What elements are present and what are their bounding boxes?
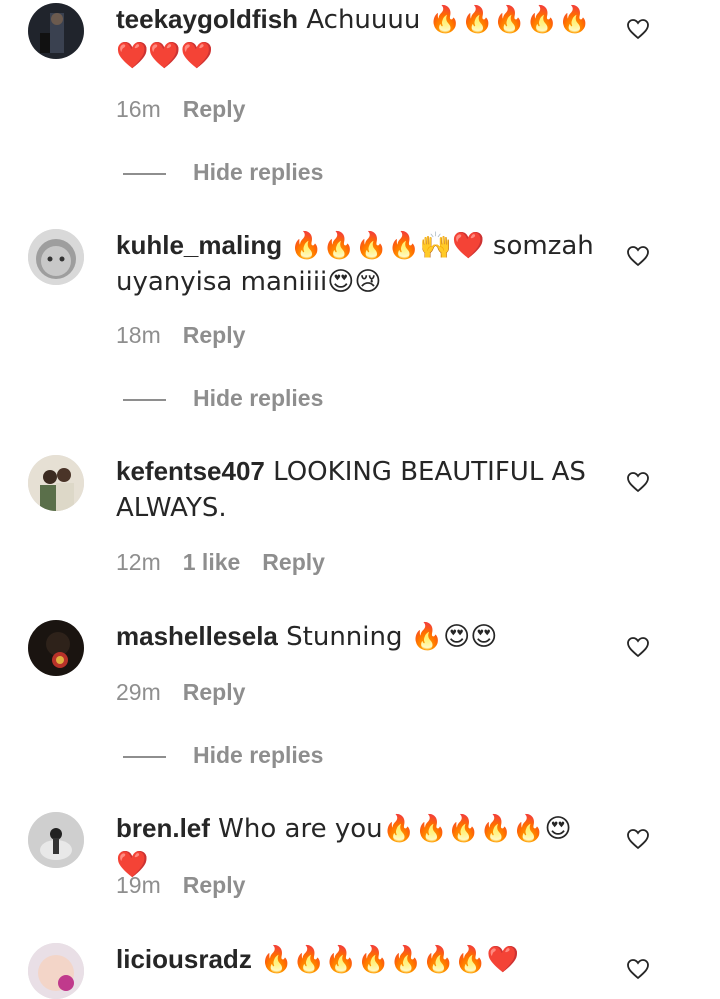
hide-replies-row[interactable]: Hide replies [0,159,720,189]
comment-time: 18m [116,322,161,348]
reply-button[interactable]: Reply [183,679,246,705]
comment-meta: 19m Reply [116,872,245,899]
like-heart-icon[interactable] [626,636,650,658]
comment-meta: 18m Reply [116,322,245,349]
comment-text: liciousradz 🔥🔥🔥🔥🔥🔥🔥❤️ [116,942,596,978]
comment-body: 🔥🔥🔥🔥🔥🔥🔥❤️ [251,945,520,975]
hide-replies-row[interactable]: Hide replies [0,742,720,772]
comment-time: 12m [116,549,161,575]
comment-text: kuhle_maling 🔥🔥🔥🔥🙌❤️ somzah uyanyisa man… [116,228,596,300]
comment-username[interactable]: teekaygoldfish [116,4,298,34]
comment-username[interactable]: mashellesela [116,621,278,651]
divider-line [123,756,166,758]
comment-meta: 29m Reply [116,679,245,706]
comment-text: mashellesela Stunning 🔥😍😍 [116,619,596,655]
avatar[interactable] [28,229,84,285]
reply-button[interactable]: Reply [183,872,246,898]
comment-time: 16m [116,96,161,122]
hide-replies-button[interactable]: Hide replies [193,742,323,769]
comment-username[interactable]: liciousradz [116,944,252,974]
comment-body: Stunning 🔥😍😍 [277,622,498,652]
avatar[interactable] [28,812,84,868]
comment-time: 29m [116,679,161,705]
like-heart-icon[interactable] [626,18,650,40]
hide-replies-button[interactable]: Hide replies [193,385,323,412]
comment-username[interactable]: kefentse407 [116,456,265,486]
like-heart-icon[interactable] [626,471,650,493]
reply-button[interactable]: Reply [262,549,325,575]
like-heart-icon[interactable] [626,828,650,850]
avatar[interactable] [28,943,84,999]
hide-replies-row[interactable]: Hide replies [0,385,720,415]
comment-username[interactable]: bren.lef [116,813,210,843]
avatar[interactable] [28,620,84,676]
comment-time: 19m [116,872,161,898]
avatar[interactable] [28,455,84,511]
like-heart-icon[interactable] [626,245,650,267]
comment-username[interactable]: kuhle_maling [116,230,282,260]
avatar[interactable] [28,3,84,59]
divider-line [123,173,166,175]
comment-text: kefentse407 LOOKING BEAUTIFUL AS ALWAYS. [116,454,596,526]
reply-button[interactable]: Reply [183,322,246,348]
comment-meta: 16m Reply [116,96,245,123]
comment-meta: 12m 1 like Reply [116,549,325,576]
likes-count[interactable]: 1 like [183,549,241,575]
divider-line [123,399,166,401]
like-heart-icon[interactable] [626,958,650,980]
reply-button[interactable]: Reply [183,96,246,122]
comment-text: teekaygoldfish Achuuuu 🔥🔥🔥🔥🔥❤️❤️❤️ [116,2,596,74]
hide-replies-button[interactable]: Hide replies [193,159,323,186]
